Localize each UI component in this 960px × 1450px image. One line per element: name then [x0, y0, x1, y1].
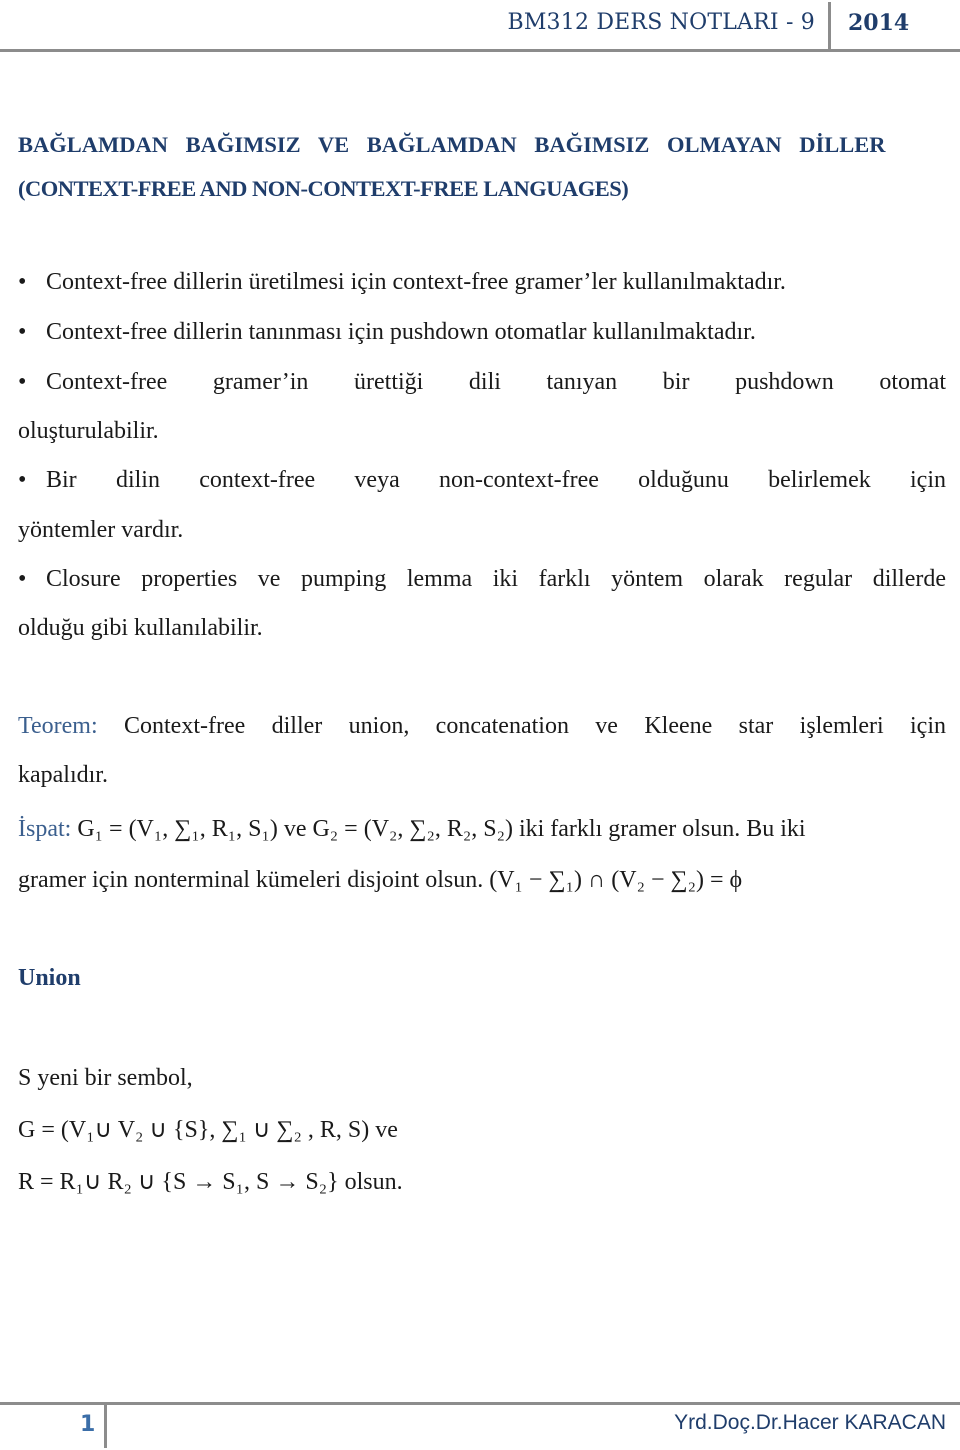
bullet-text: Context-free dillerin üretilmesi için co… [46, 269, 786, 295]
bullet-text: Closure properties ve pumping lemma iki … [46, 566, 946, 592]
theorem-label: Teorem: [18, 713, 98, 739]
theorem-text: Context-free diller union, concatenation… [97, 713, 946, 739]
bullet-item: • Context-free dillerin tanınması için pu… [18, 320, 946, 344]
bullet-icon: • [18, 269, 27, 295]
bullet-icon: • [18, 566, 27, 592]
proof-line1: İspat: G₁ = (V₁, ∑₁, R₁, S₁) ve G₂ = (V₂… [18, 817, 946, 841]
header-year: 2014 [848, 10, 910, 36]
footer-divider-vertical [104, 1402, 107, 1448]
page-header: BM312 DERS NOTLARI - 9 2014 [0, 0, 960, 52]
document-title-line2: (CONTEXT-FREE AND NON-CONTEXT-FREE LANGU… [18, 176, 629, 201]
bullet-item: • Context-free dillerin üretilmesi için c… [18, 270, 946, 294]
document-title-line1: BAĞLAMDAN BAĞIMSIZ VE BAĞLAMDAN BAĞIMSIZ… [18, 132, 886, 157]
footer-author: Yrd.Doç.Dr.Hacer KARACAN [674, 1411, 946, 1434]
bullet-text: Context-free dillerin tanınması için pus… [46, 319, 756, 345]
union-line1: S yeni bir sembol, [18, 1065, 193, 1091]
header-rule [0, 49, 960, 52]
bullet-icon: • [18, 319, 27, 345]
bullet-continuation: olduğu gibi kullanılabilir. [18, 615, 263, 641]
section-heading-union: Union [18, 965, 81, 991]
page-number: 1 [80, 1412, 96, 1437]
theorem: Teorem: Context-free diller union, conca… [18, 714, 946, 738]
theorem-continuation: kapalıdır. [18, 762, 108, 788]
bullet-item: • Context-free gramer’in ürettiği dili ta… [18, 370, 946, 394]
union-line2: G = (V₁∪ V₂ ∪ {S}, ∑₁ ∪ ∑₂ , R, S) ve [18, 1117, 398, 1143]
proof-label: İspat: [18, 816, 72, 842]
header-divider-vertical [828, 2, 831, 50]
header-title: BM312 DERS NOTLARI - 9 [507, 10, 815, 35]
bullet-continuation: oluşturulabilir. [18, 418, 159, 444]
bullet-item: • Bir dilin context-free veya non-context… [18, 468, 946, 492]
bullet-item: • Closure properties ve pumping lemma iki… [18, 567, 946, 591]
union-line3: R = R₁∪ R₂ ∪ {S → S₁, S → S₂} olsun. [18, 1169, 403, 1195]
bullet-text: Bir dilin context-free veya non-context-… [46, 467, 946, 493]
bullet-continuation: yöntemler vardır. [18, 517, 184, 543]
footer-rule [0, 1402, 960, 1405]
proof-text: G₁ = (V₁, ∑₁, R₁, S₁) ve G₂ = (V₂, ∑₂, R… [71, 816, 806, 842]
bullet-icon: • [18, 467, 27, 493]
proof-line2: gramer için nonterminal kümeleri disjoin… [18, 867, 743, 893]
bullet-icon: • [18, 369, 27, 395]
bullet-text: Context-free gramer’in ürettiği dili tan… [46, 369, 946, 395]
